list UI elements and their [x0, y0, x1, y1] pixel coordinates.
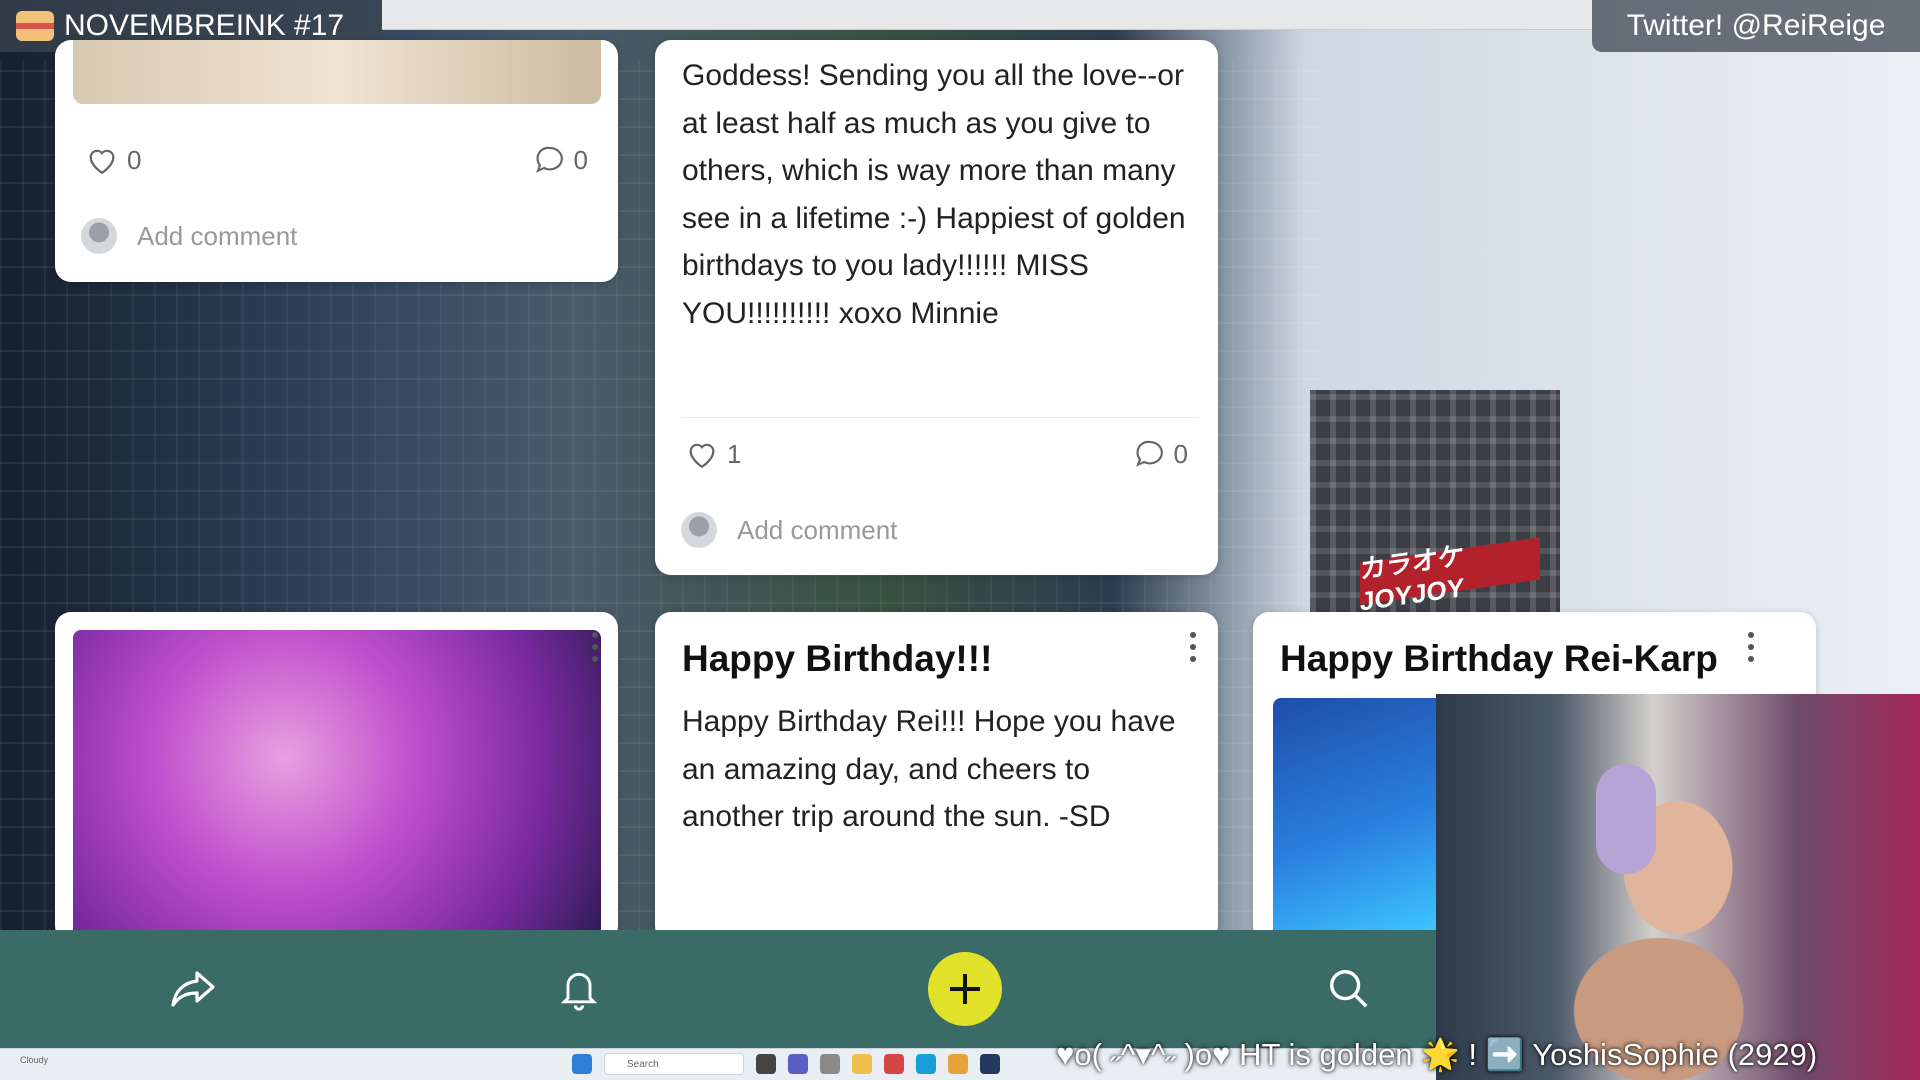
add-comment-field[interactable]: Add comment: [681, 512, 897, 548]
notifications-button[interactable]: [548, 958, 610, 1020]
add-comment-field[interactable]: Add comment: [81, 218, 297, 254]
karaoke-sign: カラオケJOYJOY: [1360, 537, 1540, 617]
bottom-navigation: [0, 930, 1436, 1048]
taskbar-icons: Search: [572, 1053, 1000, 1075]
windows-start-icon[interactable]: [572, 1054, 592, 1074]
chat-ticker: ♥o( ˶^▾^˶ )o♥ HT is golden 🌟 ! ➡️ Yoshis…: [1056, 1036, 1818, 1072]
taskbar-search[interactable]: Search: [604, 1053, 744, 1075]
cake-icon: [16, 11, 54, 41]
post-title: Happy Birthday Rei-Karp: [1280, 638, 1718, 679]
edge-icon[interactable]: [916, 1054, 936, 1074]
more-options-icon[interactable]: [1188, 632, 1198, 662]
comment-icon: [535, 146, 563, 173]
like-button[interactable]: 1: [685, 438, 741, 470]
add-comment-placeholder: Add comment: [137, 220, 298, 251]
post-card[interactable]: Goddess! Sending you all the love--or at…: [655, 40, 1218, 575]
bell-icon: [560, 972, 598, 1011]
divider: [682, 417, 1198, 418]
plus-icon: [950, 974, 980, 1004]
post-card[interactable]: [55, 612, 618, 942]
post-image[interactable]: [73, 630, 601, 942]
stream-title: NOVEMBREINK #17: [64, 9, 345, 42]
search-button[interactable]: [1318, 958, 1380, 1020]
post-title: Happy Birthday!!!: [682, 638, 993, 679]
post-card[interactable]: Happy Birthday!!! Happy Birthday Rei!!! …: [655, 612, 1218, 942]
comment-button[interactable]: 0: [1134, 438, 1188, 470]
chrome-icon[interactable]: [948, 1054, 968, 1074]
avatar: [681, 512, 717, 548]
share-button[interactable]: [162, 958, 224, 1020]
more-options-icon[interactable]: [590, 632, 600, 662]
folder-icon[interactable]: [852, 1054, 872, 1074]
streamer-webcam: [1436, 694, 1920, 1080]
app-icon[interactable]: [884, 1054, 904, 1074]
weather-widget[interactable]: Cloudy: [20, 1055, 48, 1065]
settings-icon[interactable]: [820, 1054, 840, 1074]
reaction-bar: 1 0: [685, 438, 1188, 470]
like-count: 0: [127, 144, 142, 175]
comment-count: 0: [1173, 438, 1188, 469]
headset: [1596, 764, 1656, 874]
post-body: Goddess! Sending you all the love--or at…: [682, 59, 1186, 330]
heart-icon: [89, 149, 115, 175]
add-comment-placeholder: Add comment: [737, 514, 898, 545]
more-options-icon[interactable]: [1746, 632, 1756, 662]
add-post-button[interactable]: [928, 952, 1002, 1026]
comment-count: 0: [573, 144, 588, 175]
like-button[interactable]: 0: [85, 144, 141, 176]
reaction-bar: 0 0: [85, 144, 588, 176]
post-image[interactable]: [73, 40, 601, 104]
twitter-handle-badge: Twitter! @ReiReige: [1592, 0, 1920, 52]
avatar: [81, 218, 117, 254]
search-icon: [1330, 970, 1368, 1008]
chat-app-icon[interactable]: [788, 1054, 808, 1074]
post-body: Happy Birthday Rei!!! Hope you have an a…: [682, 705, 1176, 833]
comment-button[interactable]: 0: [534, 144, 588, 176]
steam-icon[interactable]: [980, 1054, 1000, 1074]
heart-icon: [689, 443, 715, 469]
browser-url-bar: [382, 0, 1592, 30]
share-icon: [171, 971, 215, 1007]
comment-icon: [1135, 440, 1163, 467]
post-card[interactable]: 0 0 Add comment: [55, 40, 618, 282]
like-count: 1: [727, 438, 742, 469]
taskview-icon[interactable]: [756, 1054, 776, 1074]
